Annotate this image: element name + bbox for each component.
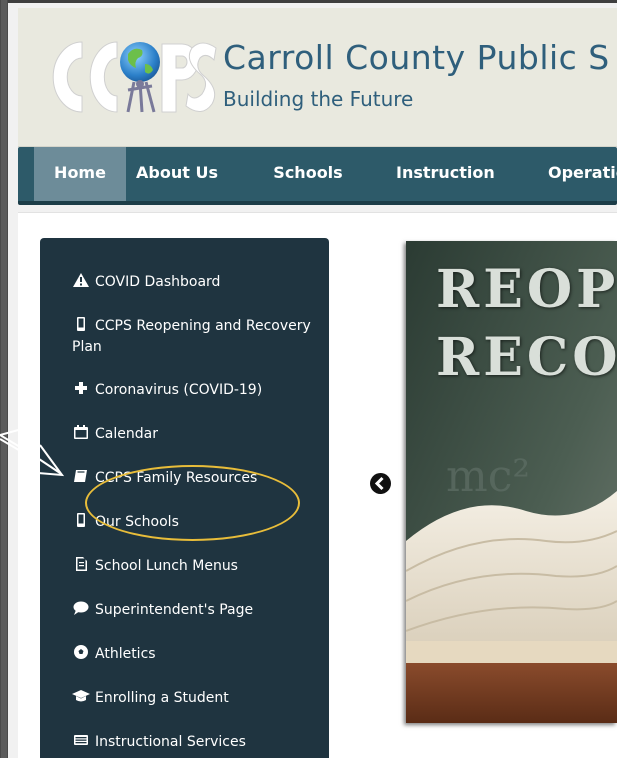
- browser-page: Carroll County Public S Building the Fut…: [8, 3, 617, 758]
- site-title[interactable]: Carroll County Public S: [223, 38, 610, 77]
- warning-icon: [73, 273, 89, 287]
- sidebar-item-instructional-services[interactable]: Instructional Services: [72, 732, 317, 753]
- quick-links-sidebar: COVID Dashboard CCPS Reopening and Recov…: [40, 238, 329, 758]
- svg-text:mc²: mc²: [446, 451, 530, 502]
- sidebar-item-coronavirus[interactable]: Coronavirus (COVID-19): [72, 380, 317, 401]
- sidebar-item-athletics[interactable]: Athletics: [72, 644, 317, 665]
- hand-drawn-arrow-annotation: [0, 427, 65, 477]
- nav-operations[interactable]: Operatio: [548, 147, 617, 201]
- nav-home[interactable]: Home: [34, 147, 126, 201]
- sidebar-item-enrolling[interactable]: Enrolling a Student: [72, 688, 317, 709]
- sidebar-item-calendar[interactable]: Calendar: [72, 424, 317, 445]
- highlight-ellipse-annotation: [85, 465, 300, 541]
- plus-icon: [75, 382, 87, 394]
- list-icon: [74, 735, 88, 745]
- main-navigation: Home About Us Schools Instruction Operat…: [18, 147, 617, 205]
- sidebar-item-label: Athletics: [95, 646, 156, 662]
- sidebar-item-superintendent[interactable]: Superintendent's Page: [72, 600, 317, 621]
- slideshow-banner[interactable]: mc² REOPE RECOV: [406, 241, 617, 723]
- nav-schools[interactable]: Schools: [272, 147, 344, 201]
- sidebar-item-label: Superintendent's Page: [95, 602, 254, 618]
- mobile-icon: [77, 513, 85, 527]
- slide-headline-line2: RECOV: [436, 327, 617, 388]
- nav-instruction[interactable]: Instruction: [396, 147, 495, 201]
- chevron-left-icon: [374, 476, 384, 491]
- ccps-logo[interactable]: [42, 24, 220, 124]
- scrollbar-thumb[interactable]: [1, 0, 7, 758]
- sidebar-item-label: COVID Dashboard: [95, 274, 221, 290]
- sidebar-item-label: CCPS Reopening and Recovery Plan: [72, 318, 311, 355]
- sidebar-item-label: School Lunch Menus: [95, 558, 238, 574]
- slideshow-prev-button[interactable]: [370, 473, 391, 494]
- sidebar-item-label: Instructional Services: [95, 734, 246, 750]
- content-area: COVID Dashboard CCPS Reopening and Recov…: [18, 212, 617, 758]
- sidebar-item-covid-dashboard[interactable]: COVID Dashboard: [72, 272, 317, 293]
- sidebar-item-label: Enrolling a Student: [95, 690, 229, 706]
- site-header: Carroll County Public S Building the Fut…: [18, 8, 617, 147]
- document-icon: [76, 557, 87, 571]
- comment-icon: [73, 601, 89, 615]
- sidebar-item-reopening-plan[interactable]: CCPS Reopening and Recovery Plan: [72, 316, 317, 358]
- sidebar-item-lunch-menus[interactable]: School Lunch Menus: [72, 556, 317, 577]
- site-tagline: Building the Future: [223, 87, 414, 111]
- soccer-ball-icon: [74, 645, 88, 659]
- sidebar-item-label: Coronavirus (COVID-19): [95, 382, 263, 398]
- sidebar-item-label: Calendar: [95, 426, 158, 442]
- left-scrollbar[interactable]: [0, 0, 8, 758]
- mobile-icon: [77, 317, 85, 331]
- nav-about-us[interactable]: About Us: [136, 147, 218, 201]
- slide-headline-line1: REOPE: [436, 259, 617, 320]
- graduation-cap-icon: [72, 690, 90, 702]
